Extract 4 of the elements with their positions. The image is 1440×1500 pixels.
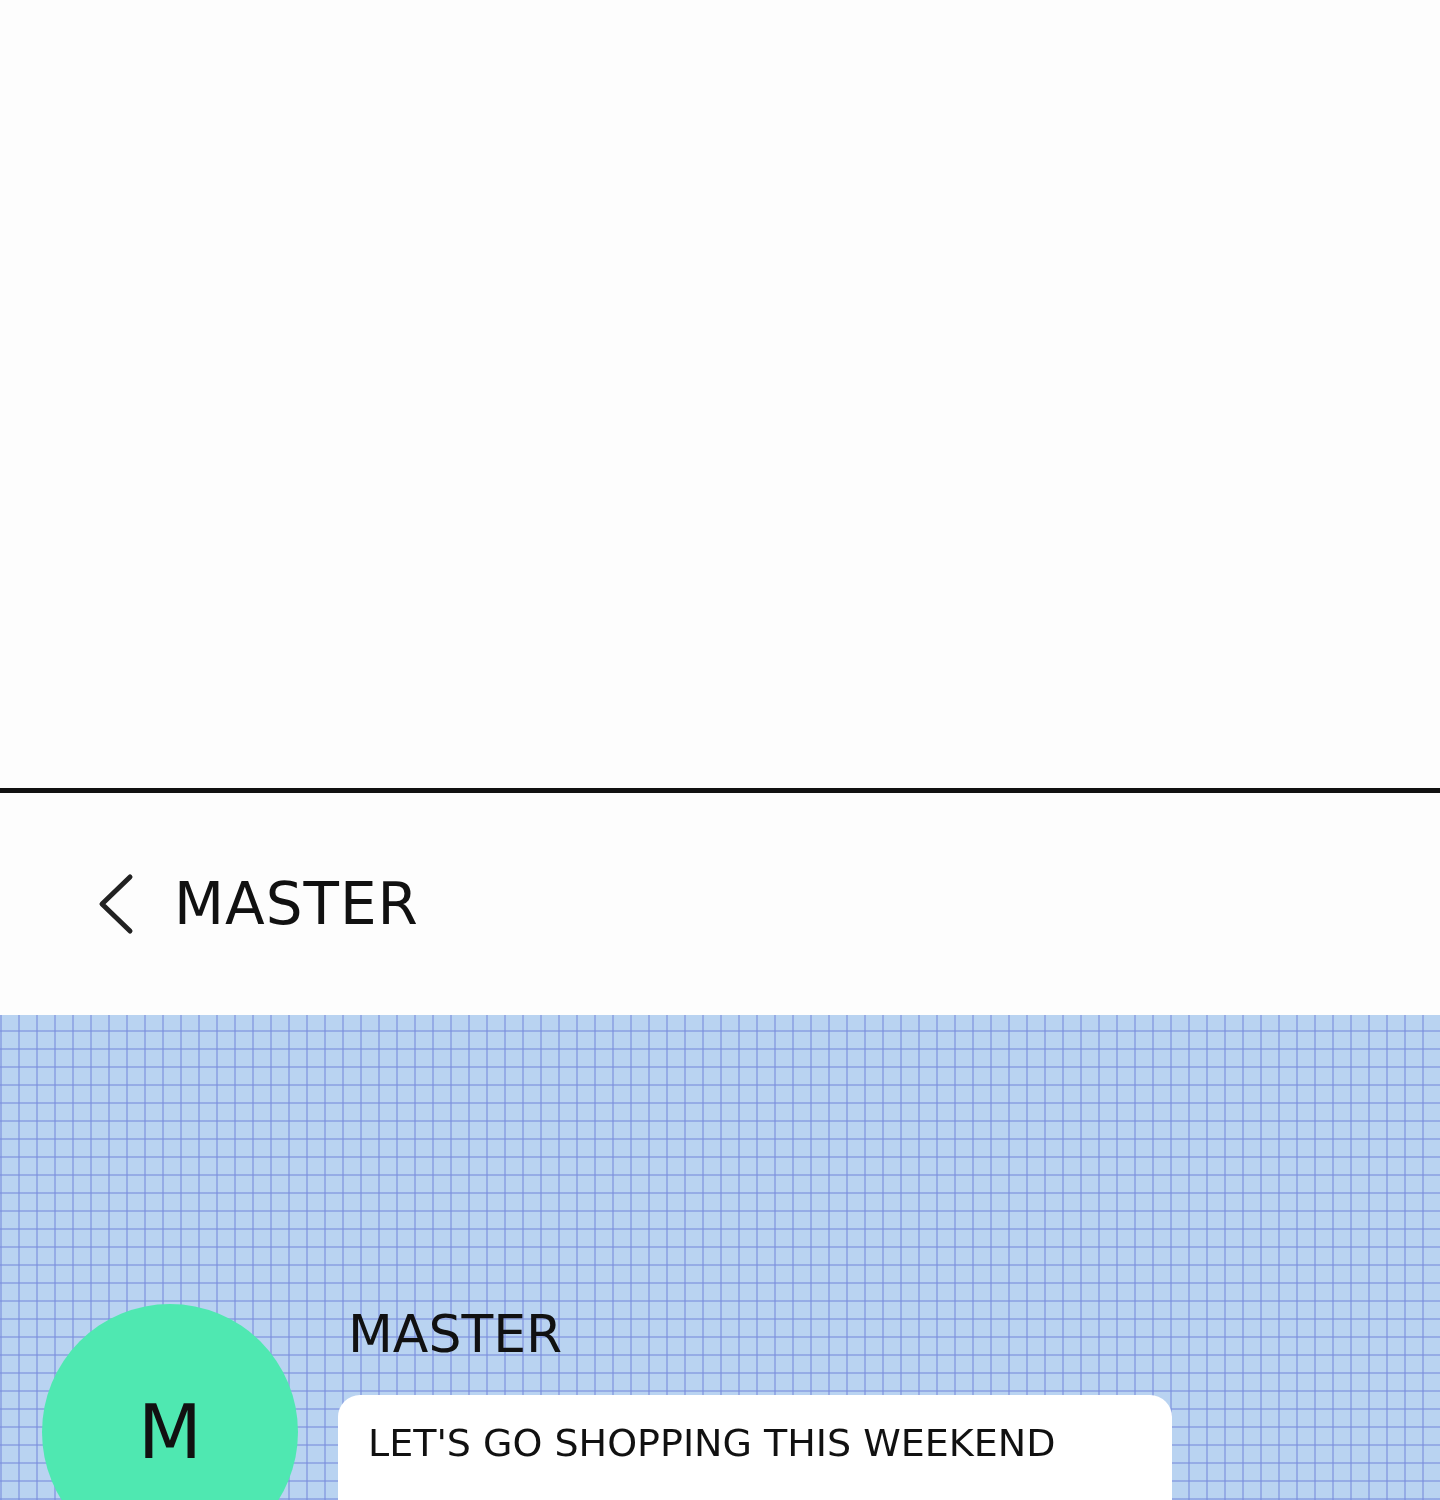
message-bubble: LET'S GO SHOPPING THIS WEEKEND bbox=[338, 1395, 1172, 1500]
sender-name: MASTER bbox=[347, 1304, 564, 1366]
chat-title: MASTER bbox=[174, 870, 419, 938]
avatar: M bbox=[42, 1304, 298, 1500]
